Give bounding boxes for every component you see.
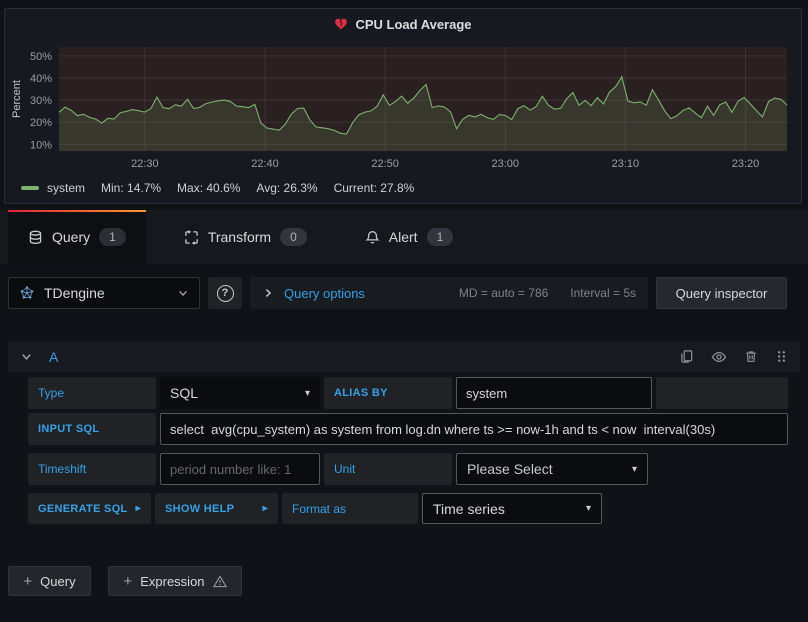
svg-text:40%: 40%	[30, 73, 52, 85]
legend-stat-avg[interactable]: Avg: 26.3%	[256, 181, 317, 195]
tab-query[interactable]: Query 1	[8, 210, 146, 264]
legend-series-name[interactable]: system	[47, 181, 85, 195]
tab-alert-badge: 1	[427, 228, 454, 246]
max-data-points-summary: MD = auto = 786	[459, 286, 548, 300]
add-expression-button[interactable]: + Expression	[108, 566, 242, 596]
tab-alert[interactable]: Alert 1	[345, 210, 473, 264]
hide-query-icon[interactable]	[711, 349, 727, 365]
chevron-down-icon	[177, 287, 189, 299]
input-sql-input[interactable]	[160, 413, 788, 445]
panel-title: CPU Load Average	[355, 17, 471, 32]
chart-legend: system Min: 14.7% Max: 40.6% Avg: 26.3% …	[21, 181, 414, 195]
legend-stat-min[interactable]: Min: 14.7%	[101, 181, 161, 195]
caret-right-icon: ▸	[136, 503, 141, 514]
query-ref-id: A	[49, 349, 58, 365]
legend-stat-current[interactable]: Current: 27.8%	[334, 181, 415, 195]
caret-down-icon: ▾	[586, 503, 591, 514]
svg-text:30%: 30%	[30, 95, 52, 107]
query-row-header[interactable]: A	[8, 341, 800, 372]
legend-series-color	[21, 186, 39, 190]
alert-heartbreak-icon	[334, 17, 348, 31]
tab-query-badge: 1	[99, 228, 126, 246]
datasource-name: TDengine	[44, 285, 105, 301]
query-options-bar: Query options MD = auto = 786 Interval =…	[250, 277, 648, 309]
tab-alert-label: Alert	[389, 229, 418, 245]
add-query-button[interactable]: + Query	[8, 566, 91, 596]
query-inspector-button[interactable]: Query inspector	[656, 277, 787, 309]
panel-header[interactable]: CPU Load Average	[5, 9, 801, 39]
cpu-load-chart: 10% 20% 30% 40% 50% 22:30 22:40 22:50 23:00 23:10…	[7, 41, 801, 179]
transform-icon	[184, 230, 199, 245]
input-sql-label: INPUT SQL	[28, 413, 156, 445]
graph-panel: CPU Load Average 10% 20% 30% 40% 50% 22:30 22:…	[4, 8, 802, 204]
row-filler	[656, 377, 788, 409]
svg-text:Percent: Percent	[11, 80, 23, 118]
caret-down-icon: ▾	[632, 464, 637, 475]
format-as-value: Time series	[433, 501, 505, 517]
plus-icon: +	[23, 573, 32, 590]
alias-by-input[interactable]	[456, 377, 652, 409]
type-select-value: SQL	[170, 385, 198, 401]
collapse-chevron-icon[interactable]	[20, 350, 33, 363]
svg-text:23:20: 23:20	[732, 158, 760, 170]
type-select[interactable]: SQL ▾	[160, 377, 320, 409]
tab-transform-badge: 0	[280, 228, 307, 246]
bell-icon	[365, 230, 380, 245]
tab-transform[interactable]: Transform 0	[164, 210, 327, 264]
add-query-label: Query	[40, 574, 75, 589]
tdengine-logo-icon	[19, 285, 35, 301]
format-as-label: Format as	[282, 493, 418, 524]
svg-text:22:30: 22:30	[131, 158, 159, 170]
tab-query-label: Query	[52, 229, 90, 245]
caret-down-icon: ▾	[305, 388, 310, 399]
alias-by-label: ALIAS BY	[324, 377, 452, 409]
svg-text:22:40: 22:40	[251, 158, 279, 170]
plus-icon: +	[123, 573, 132, 590]
timeshift-input[interactable]	[160, 453, 320, 485]
drag-handle-icon[interactable]	[775, 349, 788, 364]
delete-query-icon[interactable]	[744, 349, 758, 364]
svg-text:22:50: 22:50	[371, 158, 399, 170]
svg-text:23:00: 23:00	[491, 158, 519, 170]
caret-right-icon: ▸	[263, 503, 268, 514]
add-expression-label: Expression	[140, 574, 204, 589]
svg-text:23:10: 23:10	[612, 158, 640, 170]
svg-text:10%: 10%	[30, 139, 52, 151]
interval-summary: Interval = 5s	[570, 286, 636, 300]
help-icon: ?	[217, 285, 234, 302]
timeshift-label: Timeshift	[28, 453, 156, 485]
type-label: Type	[28, 377, 156, 409]
tab-transform-label: Transform	[208, 229, 271, 245]
unit-select[interactable]: Please Select ▾	[456, 453, 648, 485]
legend-stat-max[interactable]: Max: 40.6%	[177, 181, 240, 195]
datasource-picker[interactable]: TDengine	[8, 277, 200, 309]
database-icon	[28, 230, 43, 245]
svg-text:50%: 50%	[30, 51, 52, 63]
unit-label: Unit	[324, 453, 452, 485]
chevron-right-icon[interactable]	[262, 287, 274, 299]
generate-sql-label: GENERATE SQL	[38, 503, 128, 515]
show-help-label: SHOW HELP	[165, 503, 234, 515]
duplicate-query-icon[interactable]	[679, 349, 694, 364]
format-as-select[interactable]: Time series ▾	[422, 493, 602, 524]
editor-tabbar: Query 1 Transform 0 Alert 1	[0, 210, 808, 264]
datasource-help-button[interactable]: ?	[208, 277, 242, 309]
warning-triangle-icon	[213, 575, 227, 588]
unit-select-value: Please Select	[467, 461, 553, 477]
show-help-button[interactable]: SHOW HELP ▸	[155, 493, 278, 524]
query-options-toggle[interactable]: Query options	[284, 286, 365, 301]
generate-sql-button[interactable]: GENERATE SQL ▸	[28, 493, 151, 524]
svg-text:20%: 20%	[30, 117, 52, 129]
query-row-actions	[679, 349, 788, 365]
